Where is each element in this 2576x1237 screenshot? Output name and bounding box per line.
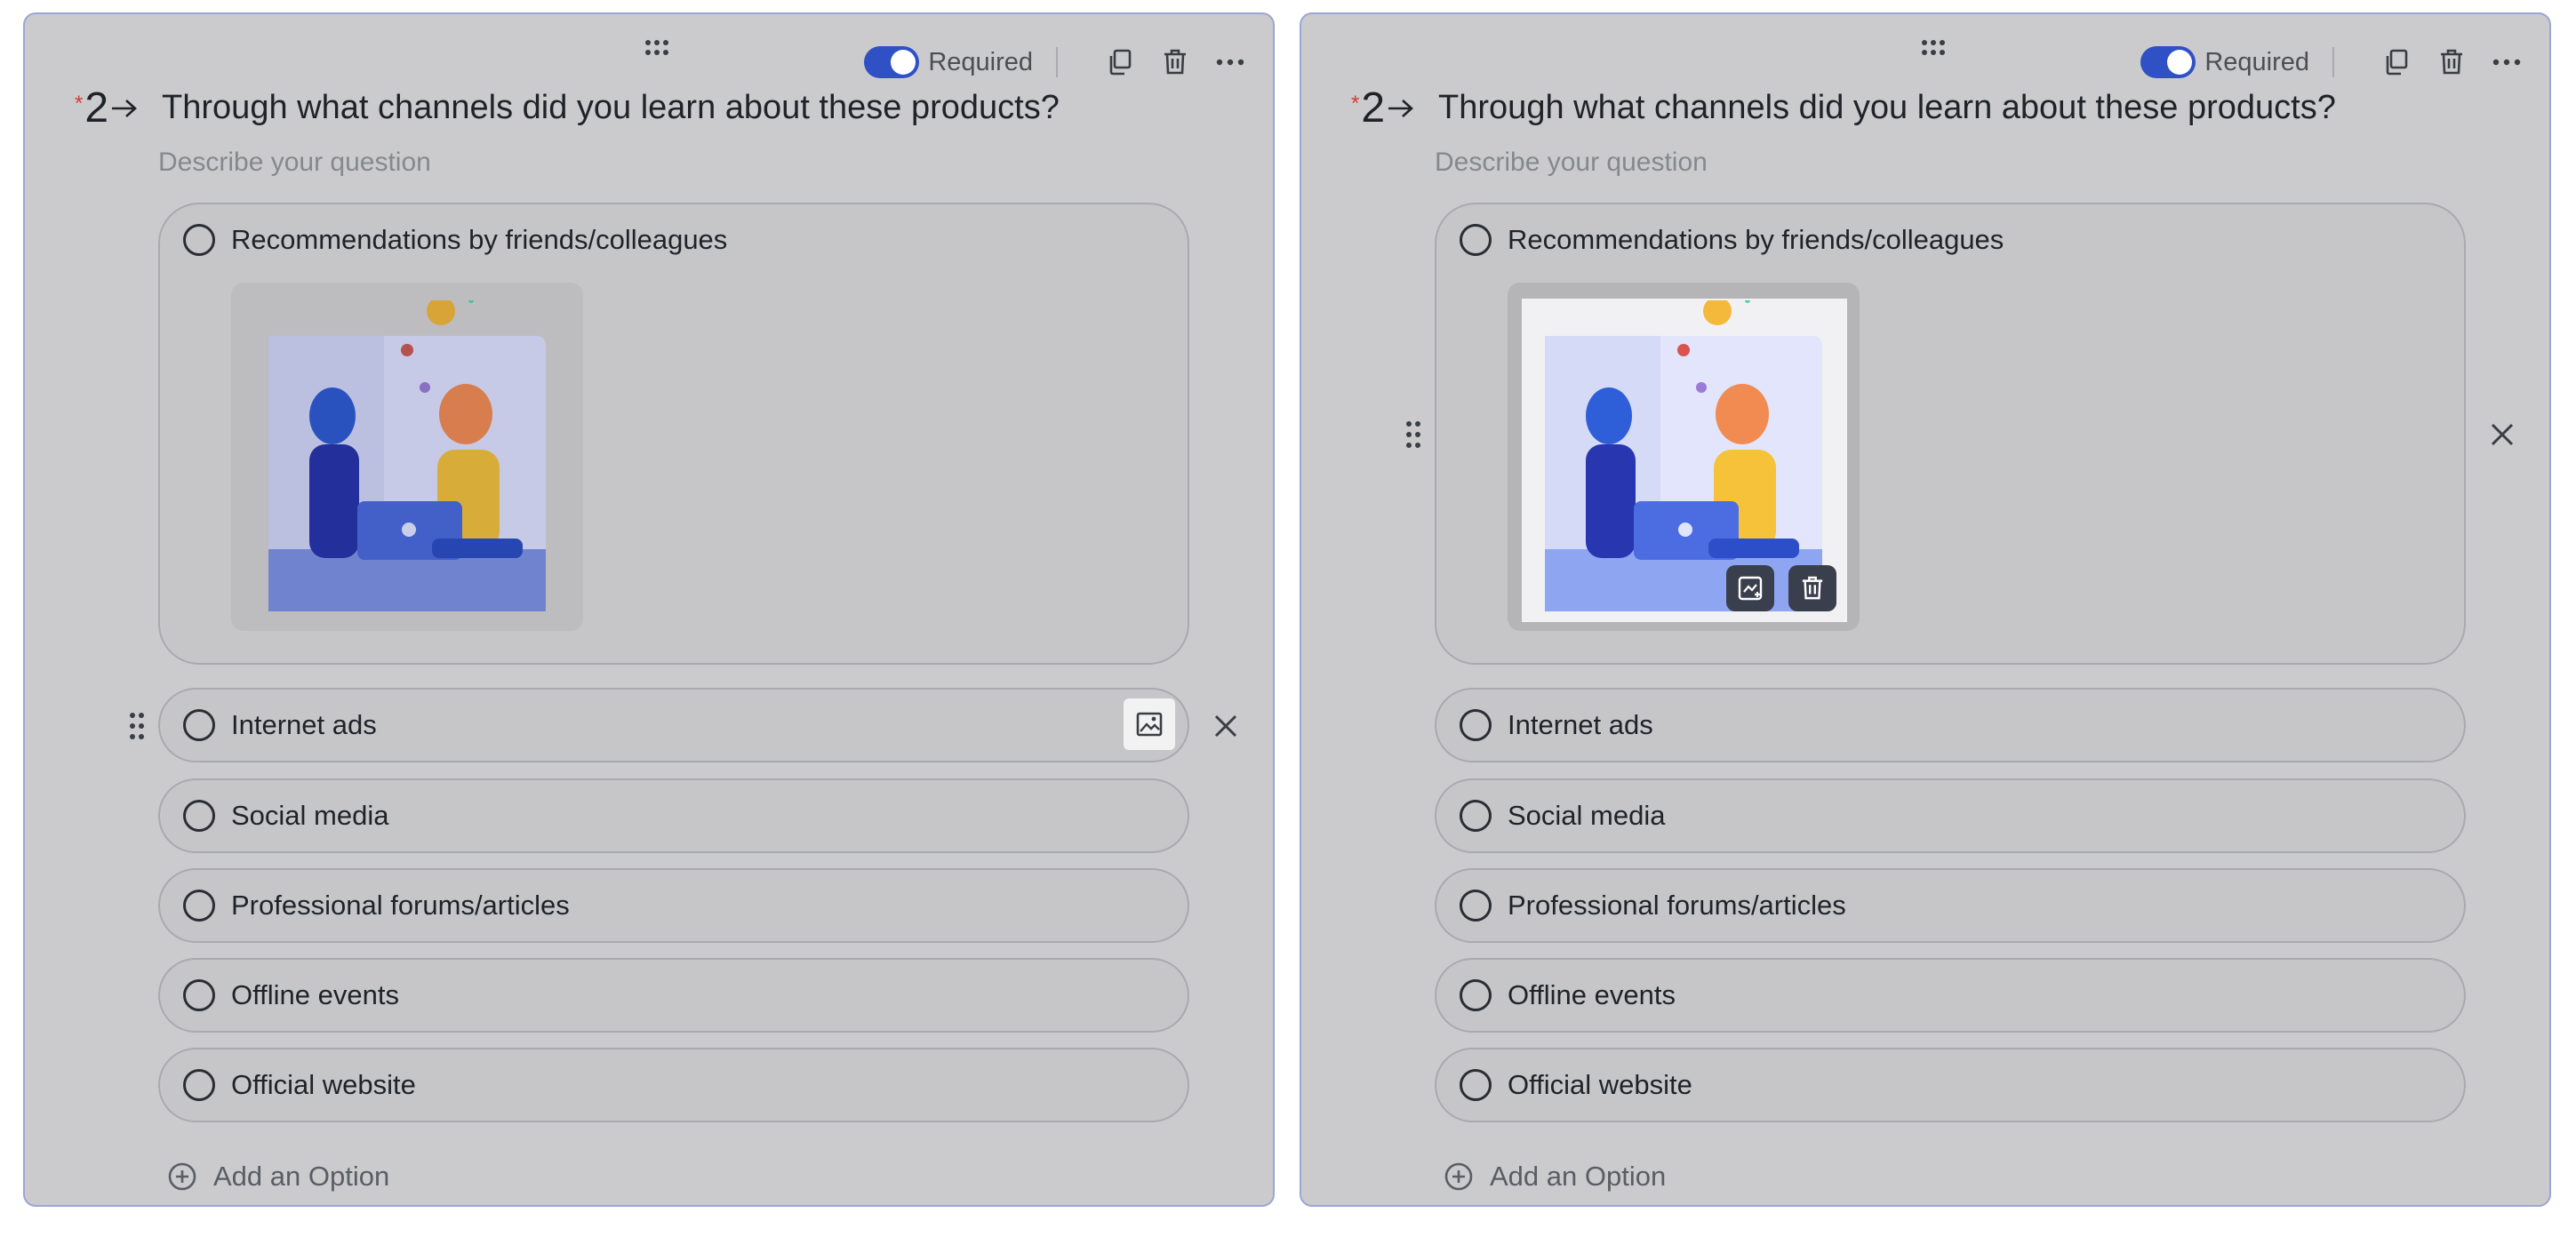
- option-item[interactable]: Professional forums/articles: [1435, 868, 2466, 943]
- option-label[interactable]: Offline events: [231, 979, 399, 1011]
- option-item[interactable]: Official website: [1435, 1048, 2466, 1122]
- card-drag-handle-icon[interactable]: [1920, 37, 1947, 59]
- copy-icon: [2386, 49, 2408, 76]
- radio-button[interactable]: [183, 224, 215, 256]
- copy-button[interactable]: [1102, 44, 1138, 80]
- option-label[interactable]: Offline events: [1508, 979, 1676, 1011]
- add-option-label: Add an Option: [213, 1161, 390, 1192]
- option-item[interactable]: Offline events: [1435, 958, 2466, 1033]
- required-label: Required: [928, 47, 1033, 76]
- radio-button[interactable]: [1460, 224, 1492, 256]
- toolbar-divider: [1056, 47, 1058, 77]
- option-label[interactable]: Official website: [1508, 1069, 1692, 1101]
- more-icon: [2492, 59, 2521, 66]
- image-tools: [1726, 565, 1851, 611]
- option-image[interactable]: [1508, 283, 1860, 631]
- trash-icon: [2441, 49, 2462, 75]
- delete-image-icon: [1802, 576, 1823, 600]
- add-option-label: Add an Option: [1490, 1161, 1667, 1192]
- option-drag-handle-icon[interactable]: [1404, 419, 1422, 450]
- question-number: 2: [1361, 84, 1386, 132]
- more-button[interactable]: [2489, 44, 2524, 80]
- plus-circle-icon: [1444, 1162, 1473, 1191]
- radio-button[interactable]: [183, 709, 215, 741]
- radio-button[interactable]: [183, 1069, 215, 1101]
- card-drag-handle-icon[interactable]: [644, 37, 670, 59]
- radio-button[interactable]: [183, 890, 215, 922]
- plus-circle-icon: [168, 1162, 196, 1191]
- toolbar-divider: [2332, 47, 2334, 77]
- radio-button[interactable]: [1460, 1069, 1492, 1101]
- question-description[interactable]: Describe your question: [158, 148, 431, 178]
- question-toolbar: Required: [864, 37, 1248, 87]
- radio-button[interactable]: [183, 800, 215, 832]
- question-description[interactable]: Describe your question: [1435, 148, 1708, 178]
- required-star: *: [1351, 91, 1360, 116]
- delete-question-button[interactable]: [1157, 44, 1193, 80]
- option-label[interactable]: Social media: [231, 800, 388, 832]
- radio-button[interactable]: [1460, 709, 1492, 741]
- delete-image-button[interactable]: [1788, 565, 1836, 611]
- close-icon[interactable]: [2487, 419, 2517, 450]
- question-card-right: Required * 2 Through what channels did y…: [1300, 12, 2551, 1207]
- option-drag-handle-icon[interactable]: [128, 711, 146, 741]
- option-item[interactable]: Recommendations by friends/colleagues: [1435, 203, 2466, 665]
- radio-button[interactable]: [183, 979, 215, 1011]
- option-label[interactable]: Internet ads: [1508, 709, 1653, 741]
- people-illustration-icon: [268, 300, 546, 611]
- question-card-left: Required * 2 Through what channels did y…: [23, 12, 1275, 1207]
- copy-icon: [1109, 49, 1132, 76]
- option-item[interactable]: Internet ads: [1435, 688, 2466, 762]
- option-item[interactable]: Social media: [1435, 778, 2466, 853]
- replace-image-button[interactable]: [1726, 565, 1774, 611]
- option-label[interactable]: Recommendations by friends/colleagues: [231, 224, 727, 256]
- question-number: 2: [84, 84, 109, 132]
- more-button[interactable]: [1212, 44, 1248, 80]
- delete-question-button[interactable]: [2434, 44, 2469, 80]
- radio-button[interactable]: [1460, 890, 1492, 922]
- option-item[interactable]: Offline events: [158, 958, 1189, 1033]
- trash-icon: [1164, 49, 1186, 75]
- option-item[interactable]: Recommendations by friends/colleagues: [158, 203, 1189, 665]
- image-icon: [1136, 712, 1163, 737]
- more-icon: [1216, 59, 1244, 66]
- required-label: Required: [2204, 47, 2309, 76]
- question-title[interactable]: Through what channels did you learn abou…: [162, 89, 1060, 127]
- insert-image-button[interactable]: [1124, 698, 1175, 750]
- option-label[interactable]: Professional forums/articles: [1508, 890, 1846, 922]
- option-label[interactable]: Recommendations by friends/colleagues: [1508, 224, 2004, 256]
- option-label[interactable]: Internet ads: [231, 709, 377, 741]
- replace-image-icon: [1738, 576, 1763, 601]
- question-header: * 2 Through what channels did you learn …: [1351, 84, 2336, 132]
- option-image[interactable]: [231, 283, 583, 631]
- add-option-button[interactable]: Add an Option: [167, 1161, 389, 1193]
- option-item[interactable]: Internet ads: [158, 688, 1189, 762]
- question-title[interactable]: Through what channels did you learn abou…: [1438, 89, 2336, 127]
- arrow-right-icon: [112, 99, 137, 117]
- question-header: * 2 Through what channels did you learn …: [75, 84, 1060, 132]
- arrow-right-icon: [1388, 99, 1413, 117]
- close-icon[interactable]: [1211, 711, 1241, 741]
- option-item[interactable]: Professional forums/articles: [158, 868, 1189, 943]
- option-item[interactable]: Social media: [158, 778, 1189, 853]
- option-label[interactable]: Official website: [231, 1069, 416, 1101]
- required-toggle[interactable]: [2140, 46, 2196, 78]
- radio-button[interactable]: [1460, 800, 1492, 832]
- option-label[interactable]: Social media: [1508, 800, 1665, 832]
- radio-button[interactable]: [1460, 979, 1492, 1011]
- option-item[interactable]: Official website: [158, 1048, 1189, 1122]
- option-label[interactable]: Professional forums/articles: [231, 890, 570, 922]
- copy-button[interactable]: [2379, 44, 2414, 80]
- add-option-button[interactable]: Add an Option: [1444, 1161, 1666, 1193]
- required-star: *: [75, 91, 84, 116]
- question-toolbar: Required: [2140, 37, 2524, 87]
- required-toggle[interactable]: [864, 46, 920, 78]
